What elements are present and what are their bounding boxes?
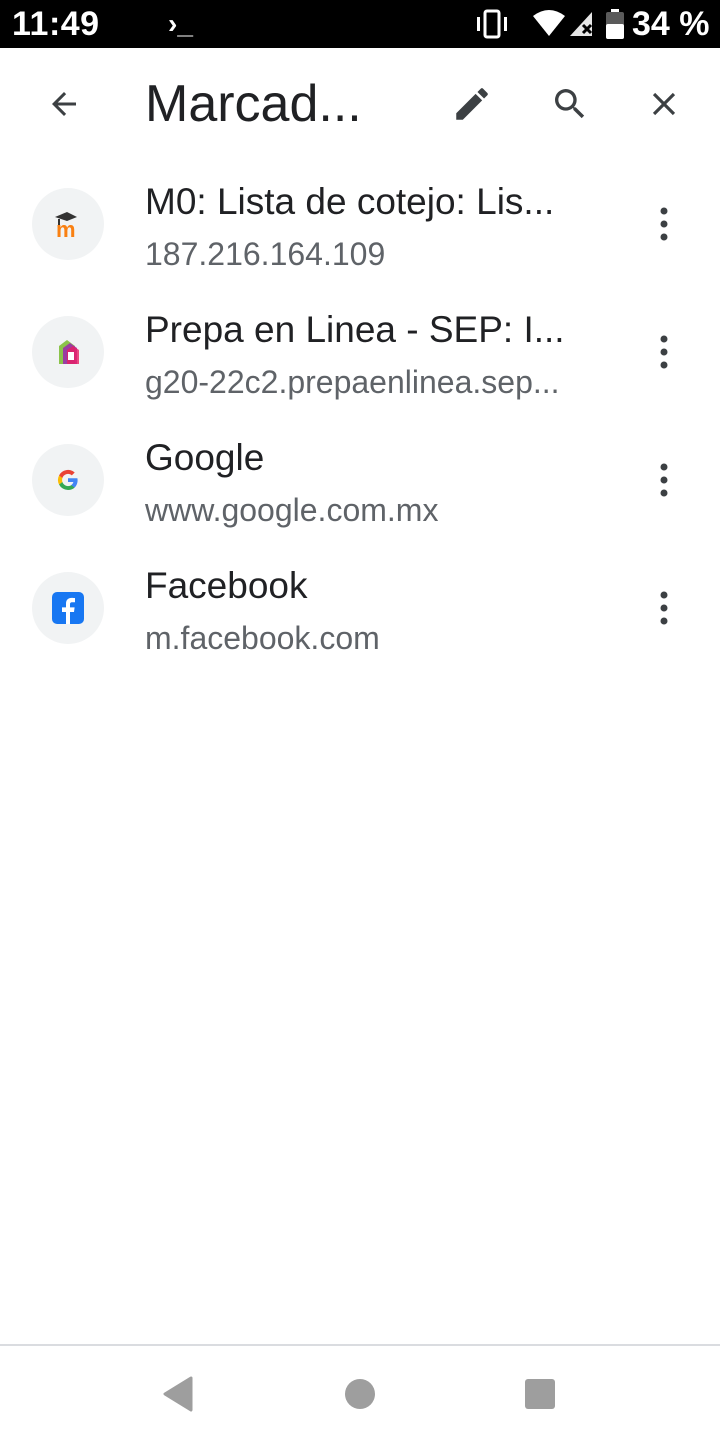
bookmark-list: m M0: Lista de cotejo: Lis... 187.216.16… — [0, 160, 720, 672]
svg-text:m: m — [56, 217, 76, 239]
facebook-icon — [52, 592, 84, 624]
more-vert-icon — [660, 335, 668, 369]
moodle-icon: m — [55, 212, 77, 239]
nav-home-circle-icon — [345, 1379, 375, 1409]
wifi-icon — [533, 10, 565, 36]
more-options-button[interactable] — [640, 328, 688, 376]
nav-recents-button[interactable] — [512, 1366, 568, 1422]
back-arrow-icon — [52, 92, 76, 116]
bookmark-item[interactable]: Google www.google.com.mx — [0, 416, 720, 544]
more-vert-icon — [660, 591, 668, 625]
status-bar: 11:49 ›_ 34 % — [0, 0, 720, 48]
bookmark-url: 187.216.164.109 — [145, 236, 386, 272]
google-icon — [57, 469, 78, 491]
bookmark-title: Google — [145, 437, 265, 478]
edit-pencil-icon — [456, 88, 488, 120]
nav-back-button[interactable] — [150, 1366, 206, 1422]
more-options-button[interactable] — [640, 456, 688, 504]
battery-icon — [606, 9, 624, 39]
more-vert-icon — [660, 463, 668, 497]
more-vert-icon — [660, 207, 668, 241]
favicon-container — [32, 444, 104, 516]
bookmark-title: Prepa en Linea - SEP: I... — [145, 309, 565, 350]
toolbar: Marcad... — [0, 48, 720, 160]
favicon-container — [32, 316, 104, 388]
nav-back-triangle-icon — [163, 1376, 193, 1412]
prepa-en-linea-icon — [59, 340, 79, 364]
more-options-button[interactable] — [640, 584, 688, 632]
favicon-container — [32, 572, 104, 644]
bookmark-item[interactable]: Facebook m.facebook.com — [0, 544, 720, 672]
favicon-container: m — [32, 188, 104, 260]
nav-recents-square-icon — [525, 1379, 555, 1409]
vibrate-icon — [477, 9, 507, 39]
page-title: Marcad... — [145, 75, 362, 133]
bookmark-url: www.google.com.mx — [145, 492, 439, 528]
bookmark-title: M0: Lista de cotejo: Lis... — [145, 181, 555, 222]
edit-button[interactable] — [444, 76, 500, 132]
bookmark-item[interactable]: Prepa en Linea - SEP: I... g20-22c2.prep… — [0, 288, 720, 416]
close-icon — [652, 92, 676, 116]
bookmark-title: Facebook — [145, 565, 308, 606]
bookmark-url: m.facebook.com — [145, 620, 380, 656]
more-options-button[interactable] — [640, 200, 688, 248]
battery-percent: 34 % — [632, 5, 710, 43]
status-time: 11:49 — [12, 5, 100, 43]
back-button[interactable] — [36, 76, 92, 132]
close-button[interactable] — [636, 76, 692, 132]
bookmark-item[interactable]: m M0: Lista de cotejo: Lis... 187.216.16… — [0, 160, 720, 288]
cell-signal-icon — [570, 12, 593, 36]
search-button[interactable] — [542, 76, 598, 132]
terminal-icon: ›_ — [168, 8, 193, 39]
nav-home-button[interactable] — [332, 1366, 388, 1422]
search-icon — [555, 89, 585, 119]
navigation-bar — [0, 1344, 720, 1442]
bookmark-url: g20-22c2.prepaenlinea.sep... — [145, 364, 560, 400]
